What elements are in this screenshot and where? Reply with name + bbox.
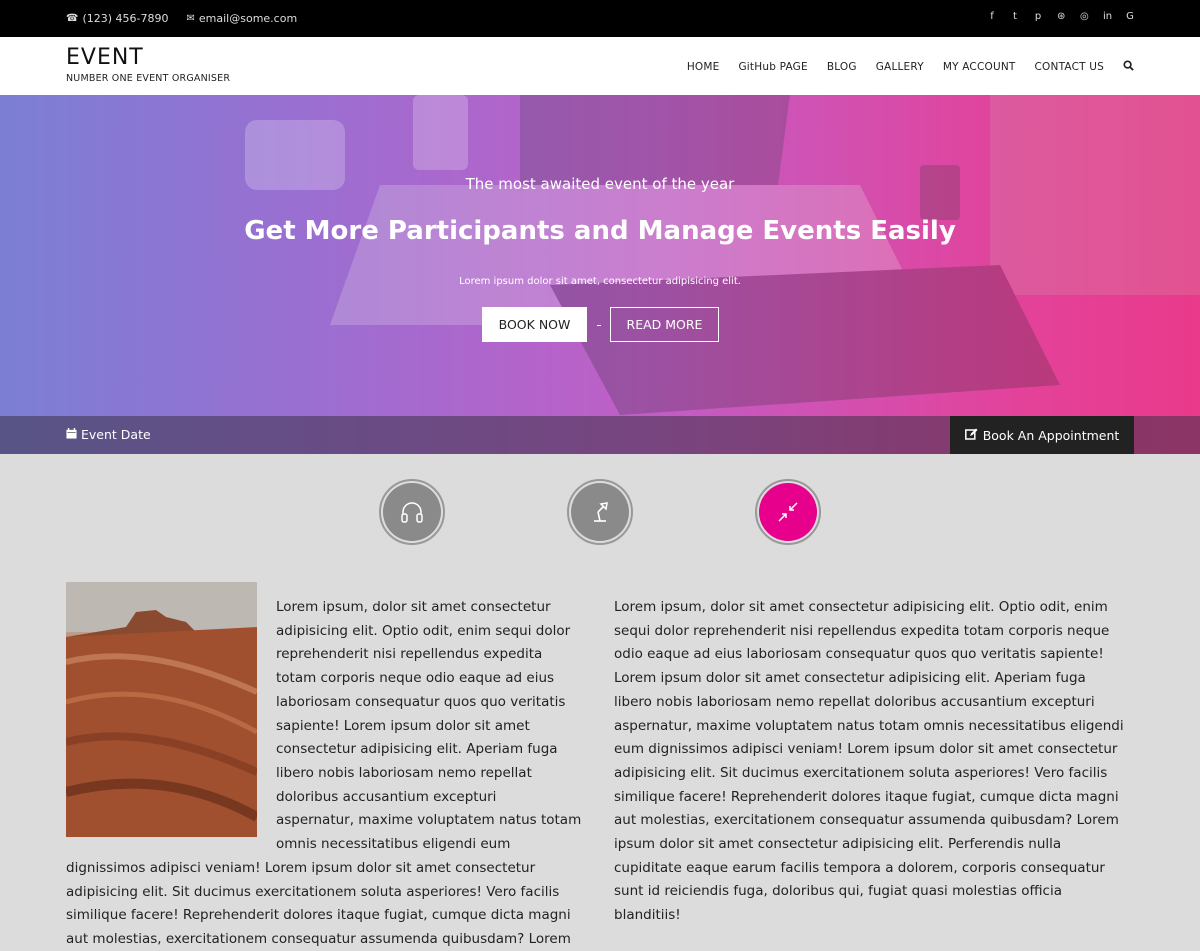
compress-arrows-icon <box>759 483 817 541</box>
linkedin-icon[interactable]: in <box>1103 11 1112 22</box>
site-header: EVENT NUMBER ONE EVENT ORGANISER HOME Gi… <box>0 37 1200 95</box>
envelope-icon: ✉ <box>186 13 195 24</box>
text-line: Lorem ipsum, dolor sit amet consectetur <box>276 599 551 615</box>
text-line: aut molestias, exercitationem consequatu… <box>66 931 571 948</box>
desk-lamp-icon <box>571 483 629 541</box>
phone-icon: ☎ <box>66 13 79 24</box>
text-line: libero nobis laboriosam nemo repellat do… <box>614 693 1095 710</box>
hero-headline: Get More Participants and Manage Events … <box>244 216 956 246</box>
text-line: Lorem ipsum, dolor sit amet consectetur … <box>614 599 1108 615</box>
nav-gallery[interactable]: GALLERY <box>876 61 924 73</box>
nav-home[interactable]: HOME <box>687 61 720 73</box>
text-line: Lorem ipsum dolor sit amet consectetur a… <box>614 670 1086 687</box>
phone-number: (123) 456-7890 <box>82 12 169 25</box>
headphones-icon <box>383 483 441 541</box>
text-line: sunt id reiciendis fuga, doloribus qui, … <box>614 883 1062 900</box>
text-line: sapiente! Lorem ipsum dolor sit amet <box>276 717 530 734</box>
site-logo[interactable]: EVENT <box>66 45 144 70</box>
text-line: libero nobis laboriosam nemo repellat <box>276 764 532 781</box>
hero-eyebrow: The most awaited event of the year <box>465 175 735 193</box>
dribbble-icon[interactable]: ⊛ <box>1057 11 1065 22</box>
button-separator <box>597 325 601 326</box>
text-line: ipsum dolor sit amet consectetur adipisi… <box>614 836 1062 853</box>
pinterest-icon[interactable]: p <box>1034 11 1042 22</box>
phone-contact[interactable]: ☎ (123) 456-7890 <box>66 12 169 25</box>
text-line: cupiditate eaque earum facilis tempora a… <box>614 859 1105 876</box>
site-tagline: NUMBER ONE EVENT ORGANISER <box>66 73 231 84</box>
feature-desk[interactable] <box>567 479 633 545</box>
book-appointment-button[interactable]: Book An Appointment <box>950 416 1134 454</box>
email-address: email@some.com <box>198 12 298 25</box>
nav-github-page[interactable]: GitHub PAGE <box>738 61 807 73</box>
intro-text-beside-photo: Lorem ipsum, dolor sit amet consectetur … <box>276 596 588 857</box>
book-appointment-label: Book An Appointment <box>982 427 1120 443</box>
email-contact[interactable]: ✉ email@some.com <box>187 12 298 25</box>
facebook-icon[interactable]: f <box>988 11 996 22</box>
second-column-text: Lorem ipsum, dolor sit amet consectetur … <box>614 596 1139 928</box>
feature-compress[interactable] <box>755 479 821 545</box>
instagram-icon[interactable]: ◎ <box>1080 11 1089 22</box>
text-line: eum dignissimos adipisci veniam! Lorem i… <box>614 741 1118 758</box>
search-icon[interactable] <box>1123 60 1134 74</box>
social-links: f t p ⊛ ◎ in G <box>988 11 1134 22</box>
text-line: reprehenderit nisi repellendus expedita <box>276 646 543 663</box>
hero-banner: The most awaited event of the year Get M… <box>0 95 1200 454</box>
edit-icon <box>964 428 978 443</box>
top-bar: ☎ (123) 456-7890 ✉ email@some.com f t p … <box>0 0 1200 37</box>
feature-support[interactable] <box>379 479 445 545</box>
event-date[interactable]: Event Date <box>66 427 151 442</box>
text-line: aspernatur, maxime voluptatem natus tota… <box>276 812 582 829</box>
event-bar: Event Date Book An Appointment <box>0 416 1200 454</box>
text-line: blanditiis! <box>614 907 681 924</box>
canyon-photo <box>66 582 257 837</box>
event-date-label: Event Date <box>81 427 151 442</box>
text-line: laboriosam consequatur quos quo veritati… <box>276 693 566 710</box>
read-more-button[interactable]: READ MORE <box>610 307 719 342</box>
text-line: adipisicing elit. Sit ducimus exercitati… <box>614 764 1108 781</box>
google-plus-icon[interactable]: G <box>1126 11 1134 22</box>
text-line: sequi dolor reprehenderit nisi repellend… <box>614 622 1110 639</box>
hero-tagline: Lorem ipsum dolor sit amet, consectetur … <box>459 276 741 287</box>
text-line: consectetur adipisicing elit. Aperiam fu… <box>276 741 558 758</box>
calendar-icon <box>66 427 77 442</box>
twitter-icon[interactable]: t <box>1011 11 1019 22</box>
text-line: odio eaque ad eius laboriosam consequatu… <box>614 646 1104 663</box>
text-line: adipisicing elit. Optio odit, enim sequi… <box>276 622 571 639</box>
book-now-button[interactable]: BOOK NOW <box>482 307 587 342</box>
main-nav: HOME GitHub PAGE BLOG GALLERY MY ACCOUNT… <box>687 60 1134 74</box>
nav-my-account[interactable]: MY ACCOUNT <box>943 61 1016 73</box>
text-line: dignissimos adipisci veniam! Lorem ipsum… <box>66 860 536 876</box>
text-line: aspernatur, maxime voluptatem natus tota… <box>614 717 1124 734</box>
text-line: aut molestias, exercitationem consequatu… <box>614 812 1119 829</box>
text-line: similique facere! Reprehenderit dolores … <box>614 788 1119 805</box>
text-line: doloribus accusantium excepturi <box>276 788 497 805</box>
intro-text-below-photo: dignissimos adipisci veniam! Lorem ipsum… <box>66 857 591 951</box>
text-line: similique facere! Reprehenderit dolores … <box>66 907 571 924</box>
nav-blog[interactable]: BLOG <box>827 61 857 73</box>
hero-background-image <box>245 95 1200 415</box>
text-line: omnis necessitatibus eligendi eum <box>276 836 511 853</box>
text-line: adipisicing elit. Sit ducimus exercitati… <box>66 883 560 900</box>
nav-contact-us[interactable]: CONTACT US <box>1035 61 1104 73</box>
text-line: totam corporis neque odio eaque ad eius <box>276 670 555 687</box>
contact-info: ☎ (123) 456-7890 ✉ email@some.com <box>66 12 297 25</box>
